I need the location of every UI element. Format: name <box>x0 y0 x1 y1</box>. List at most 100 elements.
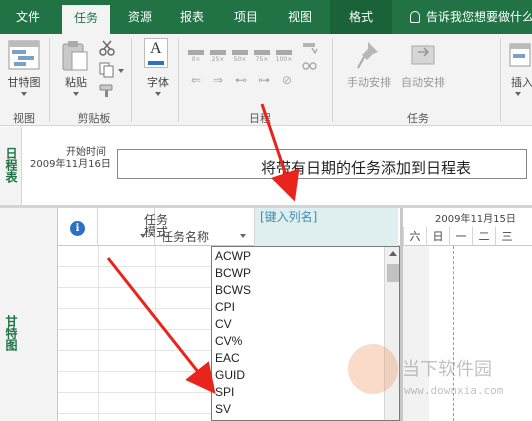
gantt-chart-button[interactable]: 甘特图 <box>4 74 44 90</box>
timescale-day: 日 <box>426 227 449 246</box>
tab-project[interactable]: 项目 <box>224 0 268 34</box>
manual-schedule-button[interactable]: 手动安排 <box>344 74 394 90</box>
font-icon: A <box>144 38 168 68</box>
dropdown-item[interactable]: SV <box>215 401 231 418</box>
paste-button[interactable]: 粘贴 <box>58 74 94 90</box>
tab-task[interactable]: 任务 <box>62 5 110 34</box>
chevron-down-icon[interactable] <box>240 234 246 238</box>
timescale-day: 一 <box>449 227 472 246</box>
column-header-new[interactable]: [键入列名] <box>255 208 398 246</box>
unlink-tasks-icon[interactable]: ⊶ <box>256 74 272 86</box>
auto-schedule-icon <box>411 45 435 65</box>
column-header-name[interactable]: 任务名称 <box>155 208 255 246</box>
watermark-url: www.downxia.com <box>404 384 504 397</box>
table-row[interactable] <box>58 267 213 288</box>
info-icon: i <box>70 221 85 236</box>
table-row[interactable] <box>58 372 213 393</box>
table-row[interactable] <box>58 330 213 351</box>
format-painter-icon[interactable] <box>99 84 115 98</box>
timescale-week-date: 2009年11月15日 <box>435 214 516 225</box>
group-label-view: 视图 <box>13 112 35 125</box>
dropdown-item[interactable]: EAC <box>215 350 240 367</box>
timeline-label: 日程表 <box>4 147 18 183</box>
group-divider <box>49 38 50 122</box>
respect-links-icon[interactable] <box>302 60 318 72</box>
watermark-logo <box>348 344 398 394</box>
table-row[interactable] <box>58 309 213 330</box>
gantt-side-label: 甘特图 <box>0 208 58 421</box>
group-label-clipboard: 剪贴板 <box>77 112 111 125</box>
insert-task-icon <box>509 43 531 67</box>
dropdown-item[interactable]: CPI <box>215 299 235 316</box>
dropdown-item[interactable]: CV% <box>215 333 242 350</box>
percent-complete-100-button[interactable]: 100× <box>274 48 294 64</box>
group-divider <box>131 38 132 122</box>
insert-button[interactable]: 插入 <box>508 74 532 90</box>
ribbon: 甘特图 视图 粘贴 剪贴板 A 字体 0× 25× 50× 75× 100× ⇐… <box>0 34 532 126</box>
dropdown-item[interactable]: BCWS <box>215 282 251 299</box>
percent-complete-75-button[interactable]: 75× <box>252 48 272 64</box>
chevron-down-icon[interactable] <box>155 92 161 96</box>
tell-me-text: 告诉我您想要做什么 <box>426 10 532 24</box>
chevron-down-icon[interactable] <box>73 92 79 96</box>
inactivate-icon[interactable]: ⊘ <box>279 74 295 86</box>
group-label-tasks: 任务 <box>407 112 429 125</box>
tab-format[interactable]: 格式 <box>330 0 392 34</box>
mark-on-track-icon[interactable] <box>302 40 318 54</box>
column-name-dropdown[interactable]: ACWP BCWP BCWS CPI CV CV% EAC GUID SPI S… <box>211 246 400 421</box>
tab-view[interactable]: 视图 <box>278 0 322 34</box>
dropdown-item[interactable]: GUID <box>215 367 245 384</box>
percent-label: 50× <box>233 56 247 63</box>
column-header-mode[interactable]: 任务模式 <box>98 208 168 246</box>
timescale-day: 六 <box>403 227 426 246</box>
timescale-day: 二 <box>472 227 495 246</box>
tab-resource[interactable]: 资源 <box>118 0 162 34</box>
column-header-name-label: 任务名称 <box>161 230 210 244</box>
indent-icon[interactable]: ⇒ <box>210 74 226 86</box>
dropdown-item[interactable]: SPI <box>215 384 234 401</box>
dropdown-scrollbar[interactable] <box>384 247 399 420</box>
grid-column-line <box>98 246 99 421</box>
column-header-info[interactable]: i <box>58 208 98 246</box>
scroll-up-icon[interactable] <box>389 251 397 256</box>
percent-complete-25-button[interactable]: 25× <box>208 48 228 64</box>
table-row[interactable] <box>58 288 213 309</box>
dropdown-item[interactable]: BCWP <box>215 265 251 282</box>
group-divider <box>178 38 179 122</box>
link-tasks-icon[interactable]: ⊷ <box>233 74 249 86</box>
chevron-down-icon[interactable] <box>515 92 521 96</box>
paste-icon <box>62 41 88 71</box>
watermark-text: 当下软件园 <box>402 359 492 380</box>
percent-label: 100× <box>275 56 293 63</box>
tab-file[interactable]: 文件 <box>6 0 50 34</box>
table-row[interactable] <box>58 246 213 267</box>
timeline-bar[interactable]: 将带有日期的任务添加到日程表 <box>117 149 527 179</box>
new-column-placeholder: [键入列名] <box>260 210 318 224</box>
chevron-down-icon[interactable] <box>118 69 124 73</box>
ribbon-tab-bar: 文件 任务 资源 报表 项目 视图 格式 告诉我您想要做什么 <box>0 0 532 34</box>
chevron-down-icon[interactable] <box>21 92 27 96</box>
percent-complete-50-button[interactable]: 50× <box>230 48 250 64</box>
grid-header: i 任务模式 任务名称 [键入列名] <box>58 208 400 246</box>
chevron-down-icon[interactable] <box>140 234 146 238</box>
auto-schedule-button[interactable]: 自动安排 <box>398 74 448 90</box>
scroll-thumb[interactable] <box>387 264 399 282</box>
group-divider <box>500 38 501 122</box>
table-row[interactable] <box>58 393 213 414</box>
percent-label: 75× <box>255 56 269 63</box>
cut-icon[interactable] <box>99 40 115 56</box>
tell-me-search[interactable]: 告诉我您想要做什么 <box>410 0 532 34</box>
percent-label: 0× <box>191 56 201 63</box>
dropdown-item[interactable]: ACWP <box>215 248 251 265</box>
percent-complete-0-button[interactable]: 0× <box>186 48 206 64</box>
timeline-placeholder: 将带有日期的任务添加到日程表 <box>261 159 472 177</box>
copy-icon[interactable] <box>99 62 115 78</box>
tab-report[interactable]: 报表 <box>170 0 214 34</box>
outdent-icon[interactable]: ⇐ <box>188 74 204 86</box>
chart-timescale: 2009年11月15日 六 日 一 二 三 <box>403 208 532 246</box>
font-button[interactable]: 字体 <box>140 74 176 90</box>
timeline-start-date: 2009年11月16日 <box>30 159 111 170</box>
table-row[interactable] <box>58 351 213 372</box>
dropdown-item[interactable]: CV <box>215 316 232 333</box>
timeline-side-label: 日程表 <box>0 127 22 205</box>
